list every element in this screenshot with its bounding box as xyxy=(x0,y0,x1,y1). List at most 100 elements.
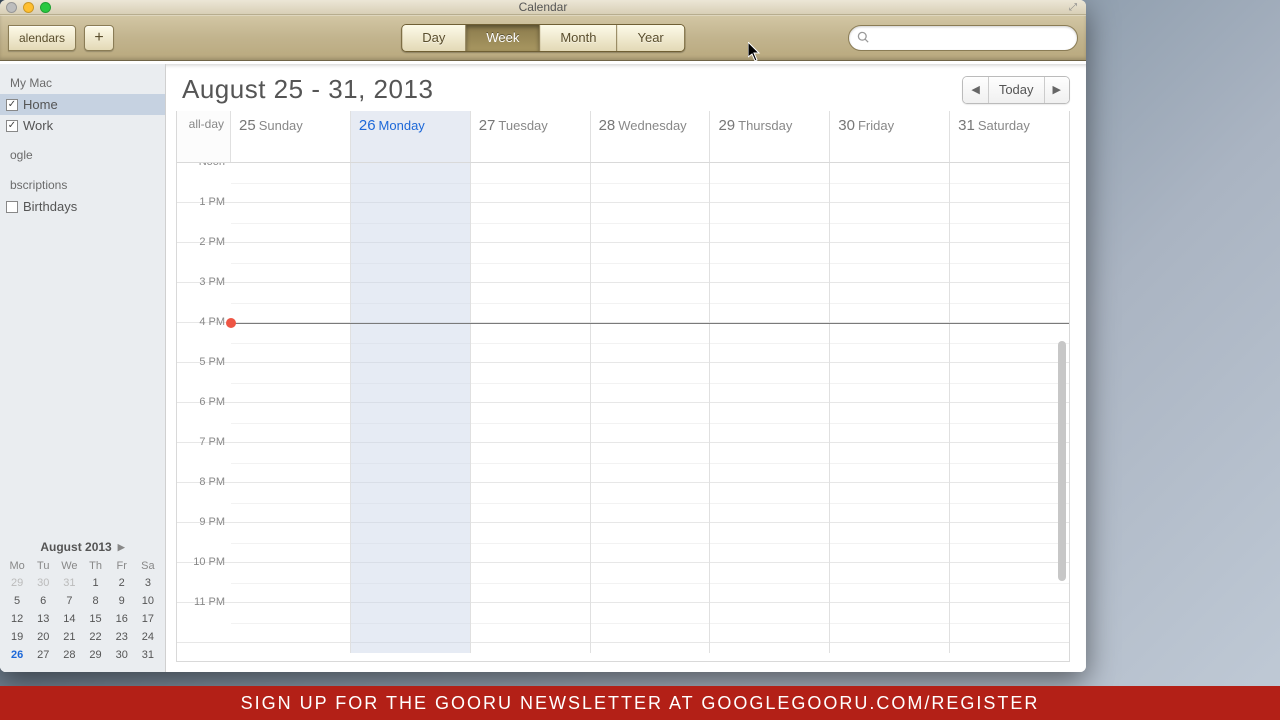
mini-dow: We xyxy=(56,558,82,574)
mini-day[interactable]: 9 xyxy=(109,592,135,610)
mini-day[interactable]: 12 xyxy=(4,610,30,628)
view-tab-month[interactable]: Month xyxy=(540,25,617,51)
day-header[interactable]: 26Monday xyxy=(351,111,470,140)
day-header[interactable]: 25Sunday xyxy=(231,111,350,140)
sidebar-section-header: ogle xyxy=(0,136,165,166)
hour-label: 3 PM xyxy=(177,276,231,288)
mini-dow: Fr xyxy=(109,558,135,574)
search-input[interactable] xyxy=(876,31,1069,45)
sidebar-section-header: bscriptions xyxy=(0,166,165,196)
mini-dow: Sa xyxy=(135,558,161,574)
hour-label: 7 PM xyxy=(177,436,231,448)
prev-week-button[interactable]: ◀ xyxy=(963,77,988,103)
hour-label: 2 PM xyxy=(177,236,231,248)
view-tab-year[interactable]: Year xyxy=(617,25,683,51)
mini-day[interactable]: 26 xyxy=(4,646,30,664)
hour-label: 6 PM xyxy=(177,396,231,408)
day-header[interactable]: 28Wednesday xyxy=(591,111,710,140)
mini-day[interactable]: 19 xyxy=(4,628,30,646)
mini-dow: Tu xyxy=(30,558,56,574)
view-segmented-control: DayWeekMonthYear xyxy=(401,24,685,52)
mini-month-grid: MoTuWeThFrSa 293031123567891012131415161… xyxy=(4,558,161,664)
sidebar-item-label: Home xyxy=(23,97,58,112)
day-header[interactable]: 27Tuesday xyxy=(471,111,590,140)
sidebar-item-label: Work xyxy=(23,118,53,133)
mini-day[interactable]: 24 xyxy=(135,628,161,646)
search-field[interactable] xyxy=(848,25,1078,51)
close-icon[interactable] xyxy=(6,2,17,13)
hour-label: 10 PM xyxy=(177,556,231,568)
toolbar: alendars + DayWeekMonthYear xyxy=(0,15,1086,61)
day-header[interactable]: 31Saturday xyxy=(950,111,1069,140)
view-tab-day[interactable]: Day xyxy=(402,25,466,51)
minimize-icon[interactable] xyxy=(23,2,34,13)
window-title: Calendar xyxy=(519,0,568,14)
mini-day[interactable]: 30 xyxy=(109,646,135,664)
next-week-button[interactable]: ▶ xyxy=(1045,77,1069,103)
today-button[interactable]: Today xyxy=(989,77,1045,103)
view-tab-week[interactable]: Week xyxy=(466,25,540,51)
mini-dow: Mo xyxy=(4,558,30,574)
mini-day[interactable]: 31 xyxy=(135,646,161,664)
mini-day[interactable]: 17 xyxy=(135,610,161,628)
mini-day[interactable]: 3 xyxy=(135,574,161,592)
sidebar-item-birthdays[interactable]: Birthdays xyxy=(0,196,165,217)
mini-day[interactable]: 10 xyxy=(135,592,161,610)
mini-day[interactable]: 27 xyxy=(30,646,56,664)
sidebar-section-header: My Mac xyxy=(0,64,165,94)
mini-day[interactable]: 28 xyxy=(56,646,82,664)
mini-day[interactable]: 30 xyxy=(30,574,56,592)
mini-day[interactable]: 29 xyxy=(82,646,108,664)
mini-day[interactable]: 23 xyxy=(109,628,135,646)
mini-day[interactable]: 1 xyxy=(82,574,108,592)
hour-label: 1 PM xyxy=(177,196,231,208)
hour-label: 11 PM xyxy=(177,596,231,608)
fullscreen-icon[interactable]: ⤢ xyxy=(1069,2,1080,13)
mini-day[interactable]: 2 xyxy=(109,574,135,592)
window-controls xyxy=(6,2,51,13)
date-range-title: August 25 - 31, 2013 xyxy=(182,74,433,105)
mini-day[interactable]: 14 xyxy=(56,610,82,628)
date-nav: ◀ Today ▶ xyxy=(962,76,1070,104)
mini-day[interactable]: 22 xyxy=(82,628,108,646)
hour-label: 9 PM xyxy=(177,516,231,528)
week-grid[interactable]: all-day 25Sunday26Monday27Tuesday28Wedne… xyxy=(176,111,1070,662)
mini-day[interactable]: 16 xyxy=(109,610,135,628)
zoom-icon[interactable] xyxy=(40,2,51,13)
mini-day[interactable]: 6 xyxy=(30,592,56,610)
day-header-row: all-day 25Sunday26Monday27Tuesday28Wedne… xyxy=(177,111,1069,163)
mini-day[interactable]: 7 xyxy=(56,592,82,610)
hour-label: 4 PM xyxy=(177,316,231,328)
allday-label: all-day xyxy=(177,111,231,162)
sidebar-item-home[interactable]: ✓ Home xyxy=(0,94,165,115)
mini-month: August 2013 ▶ MoTuWeThFrSa 2930311235678… xyxy=(0,534,165,672)
mini-day[interactable]: 8 xyxy=(82,592,108,610)
add-button[interactable]: + xyxy=(84,25,114,51)
day-header[interactable]: 30Friday xyxy=(830,111,949,140)
current-time-line xyxy=(231,323,1069,324)
mini-day[interactable]: 31 xyxy=(56,574,82,592)
day-header[interactable]: 29Thursday xyxy=(710,111,829,140)
hour-label: 8 PM xyxy=(177,476,231,488)
sidebar-item-work[interactable]: ✓ Work xyxy=(0,115,165,136)
mini-day[interactable]: 15 xyxy=(82,610,108,628)
sidebar: My Mac ✓ Home ✓ Work oglebscriptionsBirthdays… xyxy=(0,64,166,672)
mini-day[interactable]: 29 xyxy=(4,574,30,592)
mini-day[interactable]: 20 xyxy=(30,628,56,646)
current-time-indicator-icon xyxy=(226,318,236,328)
checkbox-icon[interactable]: ✓ xyxy=(6,99,18,111)
mini-day[interactable]: 21 xyxy=(56,628,82,646)
calendars-button[interactable]: alendars xyxy=(8,25,76,51)
hour-label: Noon xyxy=(177,163,231,168)
mini-day[interactable]: 13 xyxy=(30,610,56,628)
mini-month-title: August 2013 xyxy=(40,540,111,554)
mini-month-next-icon[interactable]: ▶ xyxy=(118,542,125,553)
search-icon xyxy=(857,31,870,44)
checkbox-icon[interactable]: ✓ xyxy=(6,120,18,132)
app-window: Calendar ⤢ alendars + DayWeekMonthYear M… xyxy=(0,0,1086,672)
hour-label: 5 PM xyxy=(177,356,231,368)
mini-day[interactable]: 5 xyxy=(4,592,30,610)
checkbox-icon[interactable] xyxy=(6,201,18,213)
mini-dow: Th xyxy=(82,558,108,574)
vertical-scrollbar[interactable] xyxy=(1056,341,1068,641)
